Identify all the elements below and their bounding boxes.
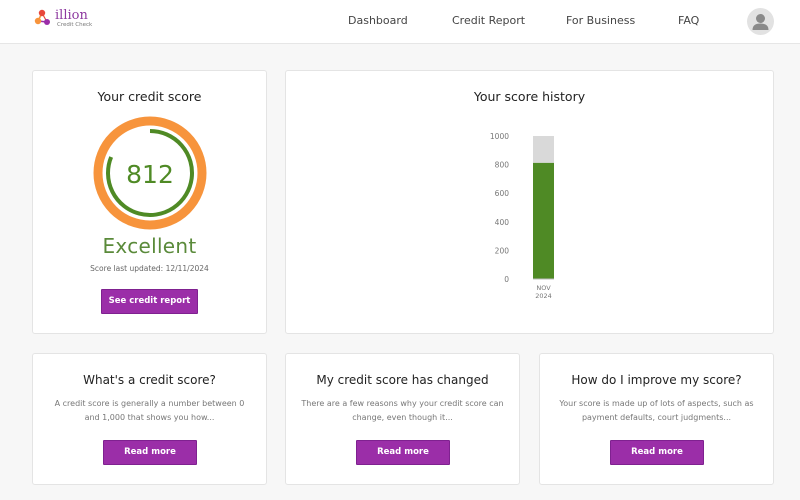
score-last-updated: Score last updated: 12/11/2024 (90, 264, 209, 273)
info-card-title: What's a credit score? (83, 373, 216, 387)
read-more-button[interactable]: Read more (610, 440, 704, 465)
info-card-score-changed: My credit score has changed There are a … (285, 353, 520, 485)
nav-faq[interactable]: FAQ (678, 14, 699, 27)
credit-score-card: Your credit score 812 Excellent Score la… (32, 70, 267, 334)
nav-dashboard[interactable]: Dashboard (348, 14, 408, 27)
info-card-text: A credit score is generally a number bet… (54, 399, 245, 422)
info-card-title: My credit score has changed (316, 373, 489, 387)
credit-score-title: Your credit score (97, 89, 202, 104)
user-icon (752, 14, 769, 30)
x-tick-label: 2024 (535, 292, 552, 300)
read-more-button[interactable]: Read more (103, 440, 197, 465)
bar-remainder (533, 136, 554, 163)
user-avatar-button[interactable] (747, 8, 774, 35)
y-tick-label: 600 (495, 189, 510, 198)
score-history-chart: 0 200 400 600 800 1000 NOV2024 (490, 132, 554, 300)
info-card-improve-score: How do I improve my score? Your score is… (539, 353, 774, 485)
score-gauge: 812 (93, 116, 207, 230)
score-value: 812 (126, 160, 174, 189)
score-history-card: Your score history 0 200 400 600 800 1000 NOV 2… (285, 70, 774, 334)
y-tick-label: 200 (495, 246, 510, 255)
y-tick-label: 400 (495, 218, 510, 227)
top-nav-bar: illion Credit Check Dashboard Credit Rep… (0, 0, 800, 44)
x-tick-label: NOV (536, 284, 551, 292)
info-card-what-is-credit-score: What's a credit score? A credit score is… (32, 353, 267, 485)
bar-score (533, 162, 554, 279)
illion-logo[interactable]: illion Credit Check (34, 9, 92, 29)
see-credit-report-button[interactable]: See credit report (101, 289, 198, 314)
brand-name: illion (55, 8, 88, 23)
info-card-text: Your score is made up of lots of aspects… (559, 399, 754, 422)
read-more-button[interactable]: Read more (356, 440, 450, 465)
nav-for-business[interactable]: For Business (566, 14, 635, 27)
y-tick-label: 800 (495, 161, 510, 170)
nav-credit-report[interactable]: Credit Report (452, 14, 525, 27)
brand-subtitle: Credit Check (57, 22, 93, 28)
info-card-title: How do I improve my score? (571, 373, 742, 387)
logo-icon (34, 9, 50, 25)
info-card-text: There are a few reasons why your credit … (301, 399, 504, 422)
score-rating: Excellent (102, 234, 197, 258)
y-tick-label: 1000 (490, 132, 509, 141)
y-tick-label: 0 (504, 275, 509, 284)
